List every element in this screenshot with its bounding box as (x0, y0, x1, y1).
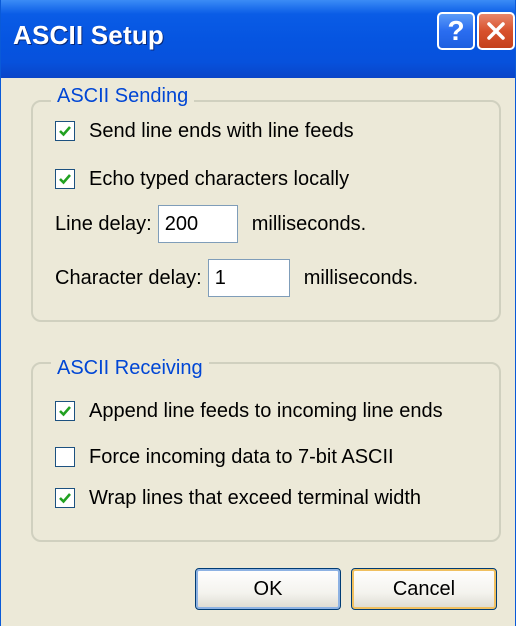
line-delay-unit: milliseconds. (251, 212, 367, 235)
echo-typed-checkbox[interactable] (55, 169, 75, 189)
help-icon: ? (447, 15, 465, 46)
echo-typed-option[interactable]: Echo typed characters locally (55, 166, 349, 192)
checkmark-icon (59, 406, 71, 417)
checkmark-icon (59, 493, 71, 504)
wrap-lines-checkbox[interactable] (55, 488, 75, 508)
force-7bit-checkbox[interactable] (55, 447, 75, 467)
title-bar[interactable]: ASCII Setup ? (1, 0, 515, 78)
append-line-feeds-option[interactable]: Append line feeds to incoming line ends (55, 398, 443, 424)
force-7bit-label: Force incoming data to 7-bit ASCII (89, 445, 394, 468)
append-line-feeds-label: Append line feeds to incoming line ends (89, 399, 443, 422)
force-7bit-option[interactable]: Force incoming data to 7-bit ASCII (55, 444, 394, 470)
wrap-lines-option[interactable]: Wrap lines that exceed terminal width (55, 485, 421, 511)
ascii-sending-legend: ASCII Sending (51, 84, 195, 108)
cancel-button[interactable]: Cancel (351, 568, 497, 610)
send-line-ends-option[interactable]: Send line ends with line feeds (55, 118, 354, 144)
echo-typed-label: Echo typed characters locally (89, 167, 350, 190)
character-delay-unit: milliseconds. (303, 266, 419, 289)
checkmark-icon (59, 174, 71, 185)
send-line-ends-label: Send line ends with line feeds (89, 119, 354, 142)
character-delay-row: Character delay: milliseconds. (55, 259, 418, 297)
line-delay-row: Line delay: milliseconds. (55, 205, 366, 243)
wrap-lines-label: Wrap lines that exceed terminal width (89, 486, 422, 509)
line-delay-input[interactable] (157, 205, 238, 243)
send-line-ends-checkbox[interactable] (55, 121, 75, 141)
window-title: ASCII Setup (13, 20, 164, 50)
line-delay-label: Line delay: (55, 212, 152, 235)
checkmark-icon (59, 126, 71, 137)
ascii-setup-dialog: ASCII Setup ? ASCII Sending Send line en… (0, 0, 516, 626)
append-line-feeds-checkbox[interactable] (55, 401, 75, 421)
help-button[interactable]: ? (437, 12, 475, 50)
close-icon (487, 22, 505, 40)
close-button[interactable] (477, 12, 515, 50)
character-delay-label: Character delay: (55, 266, 202, 289)
ascii-receiving-legend: ASCII Receiving (51, 356, 209, 380)
ok-button[interactable]: OK (195, 568, 341, 610)
character-delay-input[interactable] (207, 259, 290, 297)
